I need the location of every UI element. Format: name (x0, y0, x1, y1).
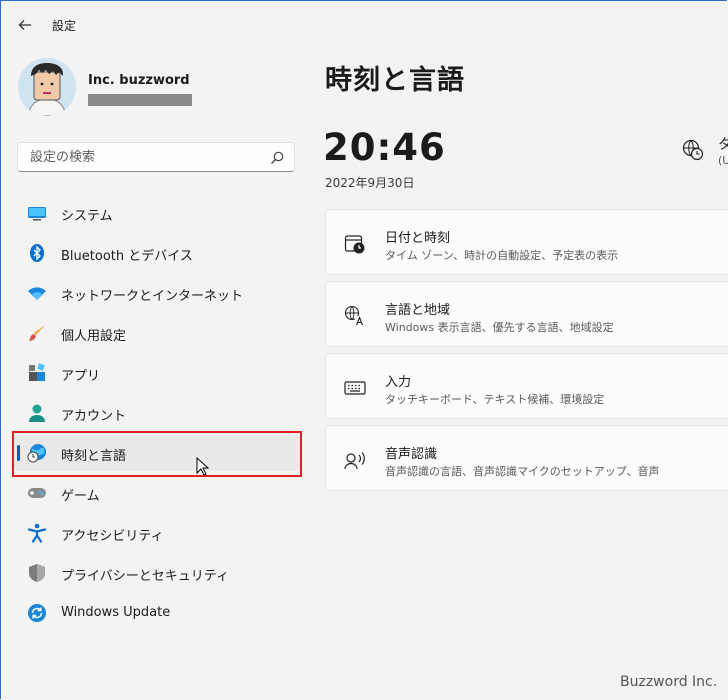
calendar-clock-icon (344, 235, 365, 254)
accessibility-icon (27, 523, 47, 543)
sidebar-item-accessibility[interactable]: アクセシビリティ (14, 515, 302, 551)
card-date-time[interactable]: 日付と時刻 タイム ゾーン、時計の自動設定、予定表の表示 (325, 209, 728, 275)
page-title: 時刻と言語 (325, 65, 465, 96)
card-title: 言語と地域 (385, 303, 451, 318)
person-icon (27, 403, 47, 423)
search-icon[interactable] (270, 151, 284, 165)
sidebar-item-bluetooth[interactable]: Bluetooth とデバイス (14, 235, 302, 271)
sidebar-item-personalization[interactable]: 個人用設定 (14, 315, 302, 351)
sidebar-item-system[interactable]: システム (14, 195, 302, 231)
sidebar-item-label: Bluetooth とデバイス (61, 249, 193, 264)
user-email-redacted (88, 94, 192, 106)
card-title: 入力 (385, 375, 412, 390)
sidebar-item-label: ネットワークとインターネット (61, 289, 244, 304)
language-icon (344, 305, 365, 326)
back-arrow-icon (18, 20, 31, 30)
sidebar-item-privacy[interactable]: プライバシーとセキュリティ (14, 555, 302, 591)
avatar-icon (18, 58, 76, 116)
gamepad-icon (27, 483, 47, 503)
sidebar-item-label: アプリ (61, 369, 101, 384)
card-subtitle: タッチキーボード、テキスト候補、環境設定 (385, 393, 605, 406)
wifi-icon (27, 283, 47, 303)
settings-cards: 日付と時刻 タイム ゾーン、時計の自動設定、予定表の表示 言語と地域 Windo… (325, 209, 728, 497)
card-language-region[interactable]: 言語と地域 Windows 表示言語、優先する言語、地域設定 (325, 281, 728, 347)
sidebar-nav: システム Bluetooth とデバイス ネットワークとインターネット 個人用設… (14, 195, 302, 635)
sidebar-item-label: アカウント (61, 409, 127, 424)
bluetooth-icon (27, 243, 47, 263)
card-subtitle: タイム ゾーン、時計の自動設定、予定表の表示 (385, 249, 619, 262)
card-title: 音声認識 (385, 447, 438, 462)
card-input[interactable]: 入力 タッチキーボード、テキスト候補、環境設定 (325, 353, 728, 419)
monitor-icon (27, 203, 47, 223)
mouse-pointer-icon (196, 457, 210, 476)
timezone-sub: (U (718, 154, 728, 167)
avatar[interactable] (18, 58, 76, 116)
globe-clock-icon (682, 139, 704, 161)
sidebar-item-windows-update[interactable]: Windows Update (14, 595, 302, 631)
watermark: Buzzword Inc. (620, 674, 718, 690)
sidebar-item-network[interactable]: ネットワークとインターネット (14, 275, 302, 311)
clock-date: 2022年9月30日 (325, 176, 415, 190)
sidebar-item-label: Windows Update (61, 605, 171, 620)
sidebar-item-label: ゲーム (61, 489, 100, 504)
search-input[interactable] (28, 149, 262, 166)
globe-clock-icon (27, 443, 47, 463)
app-title: 設定 (52, 19, 77, 33)
title-bar: 設定 (0, 0, 728, 48)
back-button[interactable] (12, 12, 38, 38)
card-subtitle: Windows 表示言語、優先する言語、地域設定 (385, 321, 614, 334)
card-subtitle: 音声認識の言語、音声認識マイクのセットアップ、音声 (385, 465, 660, 478)
card-speech[interactable]: 音声認識 音声認識の言語、音声認識マイクのセットアップ、音声 (325, 425, 728, 491)
sidebar-item-label: アクセシビリティ (61, 529, 164, 544)
timezone-label: タ (718, 137, 728, 153)
brush-icon (27, 323, 47, 343)
apps-icon (27, 363, 47, 383)
speech-icon (344, 452, 365, 470)
sidebar-item-label: システム (61, 209, 113, 224)
sidebar-item-label: プライバシーとセキュリティ (61, 569, 229, 584)
sidebar-item-gaming[interactable]: ゲーム (14, 475, 302, 511)
keyboard-icon (344, 381, 366, 395)
sidebar-item-apps[interactable]: アプリ (14, 355, 302, 391)
search-box[interactable] (17, 142, 295, 172)
sidebar-item-accounts[interactable]: アカウント (14, 395, 302, 431)
sidebar-item-time-language[interactable]: 時刻と言語 (14, 435, 302, 471)
clock-time: 20:46 (323, 126, 446, 169)
shield-icon (27, 563, 47, 583)
card-title: 日付と時刻 (385, 231, 451, 246)
sidebar-item-label: 個人用設定 (61, 329, 127, 344)
selection-indicator (17, 445, 20, 461)
sidebar-item-label: 時刻と言語 (61, 449, 127, 464)
user-name: Inc. buzzword (88, 73, 190, 88)
sync-icon (27, 603, 47, 623)
